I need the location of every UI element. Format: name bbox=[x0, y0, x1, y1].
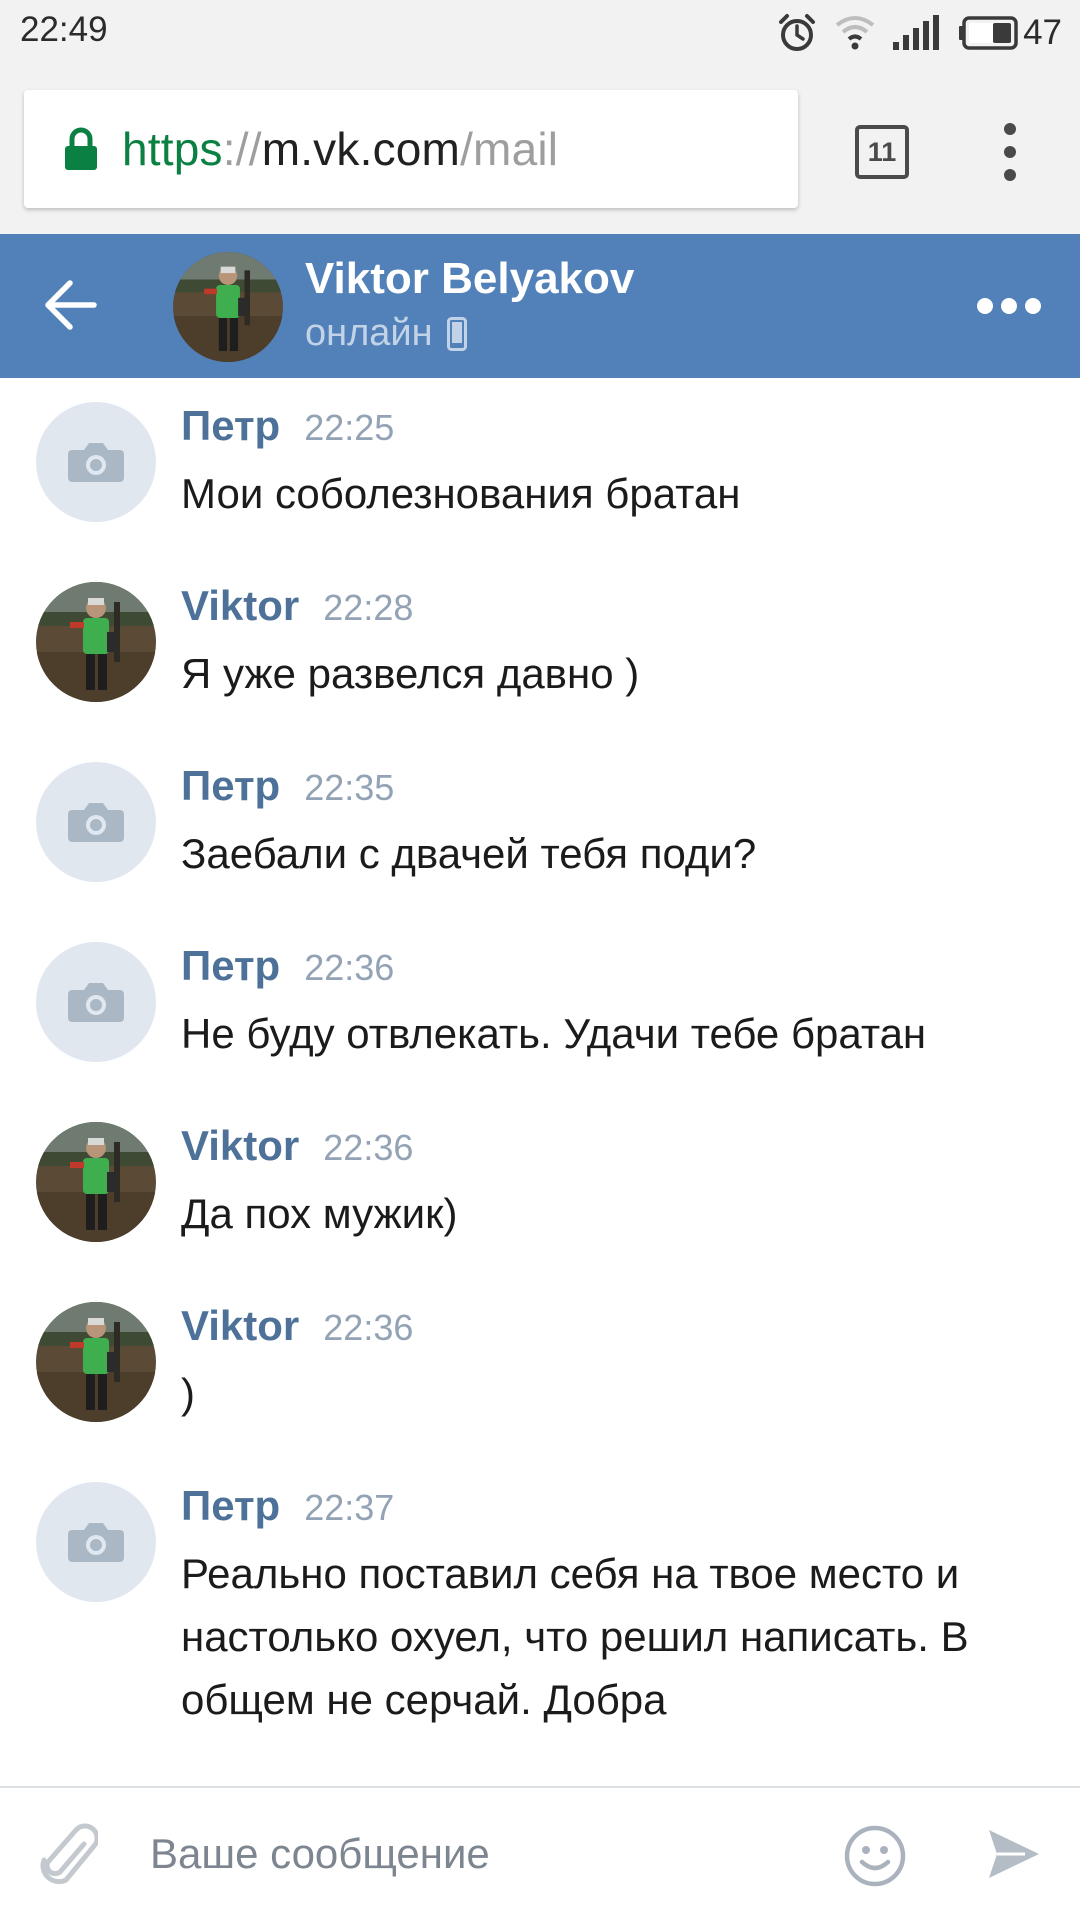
message-author[interactable]: Петр bbox=[181, 1482, 280, 1530]
message-author[interactable]: Петр bbox=[181, 942, 280, 990]
smiley-icon[interactable] bbox=[843, 1824, 907, 1888]
url-separator: :// bbox=[222, 123, 262, 175]
more-options-icon[interactable] bbox=[975, 286, 1043, 326]
status-bar: 22:49 47 bbox=[0, 0, 1080, 65]
message-time: 22:36 bbox=[304, 947, 395, 988]
message-input[interactable] bbox=[150, 1818, 810, 1890]
contact-photo bbox=[36, 1122, 156, 1242]
online-status-text: онлайн bbox=[305, 312, 433, 354]
camera-icon bbox=[68, 803, 124, 842]
message-text: Не буду отвлекать. Удачи тебе братан bbox=[181, 1010, 927, 1057]
status-icons: 47 bbox=[777, 10, 1062, 55]
status-time: 22:49 bbox=[20, 10, 108, 49]
camera-icon bbox=[68, 1523, 124, 1562]
contact-avatar[interactable] bbox=[173, 252, 283, 362]
signal-icon bbox=[893, 14, 940, 50]
mobile-phone-icon bbox=[446, 316, 467, 351]
message-header: Петр 22:36 bbox=[181, 942, 394, 990]
battery-level: 47 bbox=[1023, 12, 1062, 52]
paperclip-icon[interactable] bbox=[38, 1818, 98, 1890]
wifi-icon bbox=[835, 15, 875, 49]
message-time: 22:35 bbox=[304, 767, 395, 808]
camera-icon bbox=[68, 983, 124, 1022]
message-header: Петр 22:25 bbox=[181, 402, 394, 450]
sender-avatar[interactable] bbox=[36, 1122, 156, 1242]
sender-avatar[interactable] bbox=[36, 1482, 156, 1602]
message-header: Viktor 22:28 bbox=[181, 582, 413, 630]
browser-toolbar: https://m.vk.com/mail 11 bbox=[0, 65, 1080, 234]
battery-icon bbox=[959, 15, 1018, 50]
sender-avatar[interactable] bbox=[36, 942, 156, 1062]
sender-avatar[interactable] bbox=[36, 762, 156, 882]
url-text[interactable]: https://m.vk.com/mail bbox=[122, 122, 558, 176]
browser-menu-icon[interactable] bbox=[997, 122, 1023, 182]
message-text: Заебали с двачей тебя поди? bbox=[181, 830, 757, 877]
message-header: Viktor 22:36 bbox=[181, 1122, 413, 1170]
message-text: Я уже развелся давно ) bbox=[181, 650, 640, 697]
message-author[interactable]: Viktor bbox=[181, 1302, 299, 1350]
contact-status: онлайн bbox=[305, 312, 467, 355]
camera-icon bbox=[68, 443, 124, 482]
chat-header: Viktor Belyakov онлайн bbox=[0, 234, 1080, 378]
message-text: Реально поставил себя на твое место и на… bbox=[181, 1550, 969, 1723]
alarm-icon bbox=[779, 13, 816, 51]
message-text: ) bbox=[181, 1370, 195, 1417]
message-author[interactable]: Viktor bbox=[181, 1122, 299, 1170]
message-header: Петр 22:37 bbox=[181, 1482, 394, 1530]
url-path: /mail bbox=[460, 123, 559, 175]
sender-avatar[interactable] bbox=[36, 1302, 156, 1422]
url-host: m.vk.com bbox=[261, 123, 461, 175]
message-author[interactable]: Петр bbox=[181, 762, 280, 810]
message-text: Мои соболезнования братан bbox=[181, 470, 741, 517]
battery: 47 bbox=[957, 13, 1062, 53]
tab-count: 11 bbox=[867, 136, 897, 167]
url-scheme: https bbox=[122, 123, 223, 175]
message-composer bbox=[0, 1786, 1080, 1920]
message-time: 22:28 bbox=[323, 587, 414, 628]
contact-name[interactable]: Viktor Belyakov bbox=[305, 254, 634, 304]
sender-avatar[interactable] bbox=[36, 402, 156, 522]
contact-photo bbox=[36, 1302, 156, 1422]
address-bar[interactable]: https://m.vk.com/mail bbox=[24, 90, 798, 208]
message-header: Петр 22:35 bbox=[181, 762, 394, 810]
message-time: 22:36 bbox=[323, 1307, 414, 1348]
message-author[interactable]: Петр bbox=[181, 402, 280, 450]
contact-photo bbox=[173, 252, 283, 362]
sender-avatar[interactable] bbox=[36, 582, 156, 702]
lock-icon bbox=[65, 127, 97, 170]
message-author[interactable]: Viktor bbox=[181, 582, 299, 630]
tab-switcher-button[interactable]: 11 bbox=[855, 125, 909, 179]
send-icon[interactable] bbox=[985, 1826, 1041, 1882]
message-text: Да пох мужик) bbox=[181, 1190, 458, 1237]
message-time: 22:37 bbox=[304, 1487, 395, 1528]
contact-photo bbox=[36, 582, 156, 702]
message-list[interactable]: Петр 22:25 Мои соболезнования братан Vik… bbox=[0, 378, 1080, 1786]
message-header: Viktor 22:36 bbox=[181, 1302, 413, 1350]
message-time: 22:25 bbox=[304, 407, 395, 448]
message-time: 22:36 bbox=[323, 1127, 414, 1168]
back-arrow-icon[interactable] bbox=[42, 276, 100, 334]
